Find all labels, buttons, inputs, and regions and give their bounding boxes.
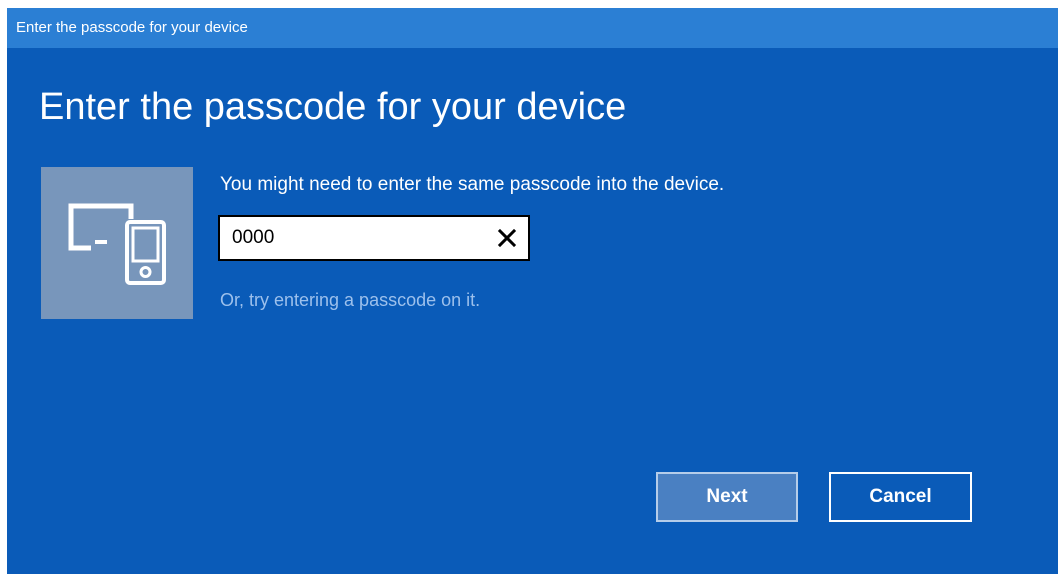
next-button[interactable]: Next	[656, 472, 798, 522]
pairing-dialog-window: Enter the passcode for your device Enter…	[7, 8, 1058, 574]
passcode-input[interactable]	[232, 225, 482, 251]
title-bar: Enter the passcode for your device	[7, 8, 1058, 48]
passcode-instruction: You might need to enter the same passcod…	[220, 174, 725, 195]
close-icon	[497, 228, 517, 248]
clear-passcode-button[interactable]	[492, 223, 522, 253]
passcode-field[interactable]	[218, 215, 530, 261]
cancel-button[interactable]: Cancel	[829, 472, 972, 522]
dialog-heading: Enter the passcode for your device	[39, 86, 627, 128]
pc-and-phone-icon	[68, 203, 166, 285]
alternate-passcode-hint: Or, try entering a passcode on it.	[220, 290, 481, 310]
device-icon-tile	[41, 167, 193, 319]
